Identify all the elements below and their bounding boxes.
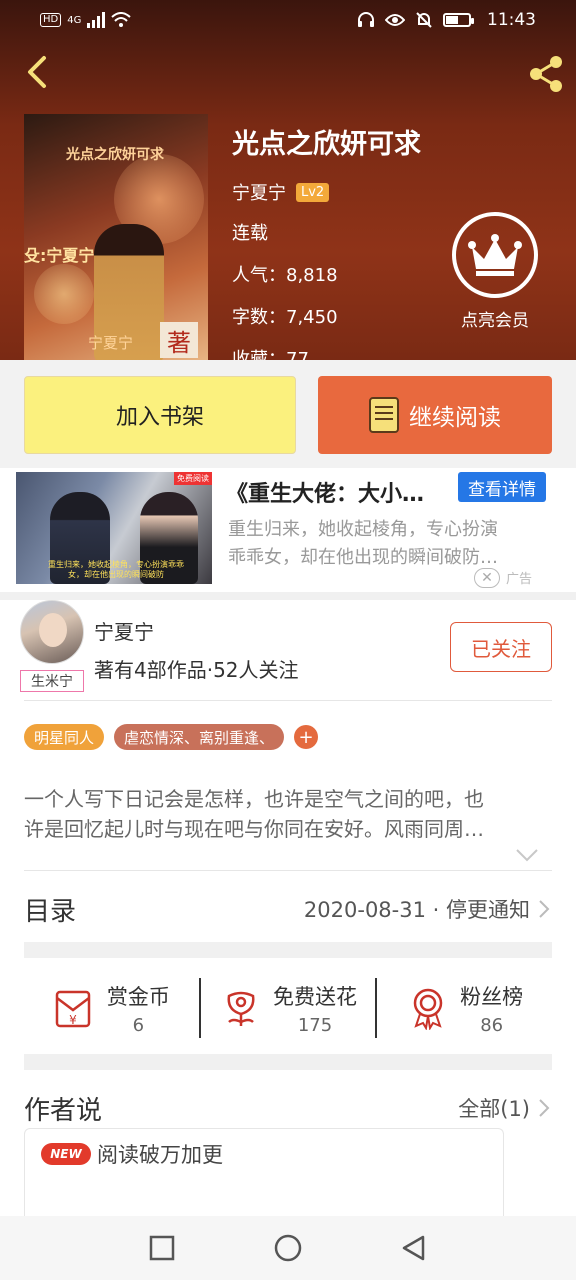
tag-chip[interactable]: 虐恋情深、离别重逢、 [114,724,285,750]
medal-icon [413,988,443,1030]
ad-title[interactable]: 《重生大佬：大小… [226,476,442,508]
ad-desc-line: 重生归来，她收起棱角，专心扮演 [228,519,498,540]
back-arrow-icon[interactable] [18,52,58,92]
stat-value: 175 [297,1014,333,1036]
add-to-shelf-button[interactable]: 加入书架 [24,376,296,454]
svg-text:¥: ¥ [69,1013,77,1027]
author-say-title: 作者说 [24,1095,103,1126]
crown-icon [468,234,522,276]
ad-image-caption: 重生归来，她收起棱角，专心扮演乖乖女，却在他出现的瞬间破防 [48,560,184,579]
flower-icon [227,991,255,1026]
stat-label: 免费送花 [273,984,357,1009]
new-badge: NEW [41,1143,91,1165]
book-header: HD 4G 11:43 光点之欣妍可求 殳:宁夏宁 宁夏宁 著 光点之欣妍可求 … [0,0,576,370]
continue-reading-label: 继续阅读 [409,405,501,431]
description-line: 许是回忆起儿时与现在吧与你同在安好。风雨同周… [24,817,484,841]
stat-label: 粉丝榜 [460,984,524,1009]
stat-value: 86 [480,1014,504,1036]
book-word-count: 字数：7,450 [232,307,338,328]
chevron-right-icon [539,1099,550,1117]
ad-banner[interactable]: 免费阅读 重生归来，她收起棱角，专心扮演乖乖女，却在他出现的瞬间破防 《重生大佬… [0,468,576,592]
network-label: 4G [67,14,82,26]
vip-button[interactable]: 点亮会员 [452,212,538,331]
author-name[interactable]: 宁夏宁 [94,616,154,645]
book-cover[interactable]: 光点之欣妍可求 殳:宁夏宁 宁夏宁 著 [24,114,208,360]
tag-list: 明星同人 虐恋情深、离别重逢、 + [24,724,319,750]
tag-chip[interactable]: 明星同人 [24,724,105,750]
book-popularity: 人气：8,818 [232,265,338,286]
cover-title-text: 光点之欣妍可求 [66,147,164,163]
avatar[interactable] [20,600,84,664]
ad-mark: 广告 [506,572,533,587]
clock: 11:43 [487,10,536,30]
divider [24,870,552,871]
ad-detail-button[interactable]: 查看详情 [458,472,546,502]
cover-author-text-2: 宁夏宁 [88,334,134,352]
book-info: 光点之欣妍可求 宁夏宁 Lv2 连载 人气：8,818 字数：7,450 收藏：… [232,122,421,387]
description-line: 一个人写下日记会是怎样，也许是空气之间的吧，也 [24,787,484,811]
author-meta: 著有4部作品·52人关注 [94,658,299,682]
free-flower-stat[interactable]: 免费送花 175 [201,981,376,1036]
section-gap [24,1054,552,1070]
hd-badge: HD [40,13,62,27]
section-gap [24,942,552,958]
book-author[interactable]: 宁夏宁 [232,179,286,205]
signal-icon [87,12,106,28]
table-of-contents-row[interactable]: 目录 2020-08-31 · 停更通知 [24,884,552,934]
chevron-down-icon[interactable] [514,846,540,864]
vip-label: 点亮会员 [461,311,529,331]
author-note-card[interactable]: NEW 阅读破万加更 [24,1128,504,1220]
stat-label: 赏金币 [106,984,170,1009]
headset-icon [358,12,374,27]
section-gap [0,592,576,600]
follow-button[interactable]: 已关注 [450,622,552,672]
toc-latest: 2020-08-31 · 停更通知 [303,898,530,922]
mute-bell-icon [416,12,432,28]
status-bar: HD 4G 11:43 [0,0,576,40]
share-icon[interactable] [524,52,568,96]
stat-value: 6 [132,1014,145,1036]
author-say-header[interactable]: 作者说 全部(1) [24,1086,552,1130]
reward-coin-stat[interactable]: ¥ 赏金币 6 [24,981,199,1036]
home-icon[interactable] [273,1233,303,1263]
stats-bar: ¥ 赏金币 6 免费送花 175 粉丝榜 86 [24,960,552,1056]
book-status: 连载 [232,223,268,244]
avatar-tag: 生米宁 [20,670,84,692]
coin-envelope-icon: ¥ [55,990,91,1028]
ad-image[interactable]: 免费阅读 重生归来，她收起棱角，专心扮演乖乖女，却在他出现的瞬间破防 [16,472,212,584]
add-tag-button[interactable]: + [294,725,319,749]
battery-icon [443,13,474,27]
eye-icon [385,14,405,26]
action-bar: 加入书架 继续阅读 [0,360,576,468]
book-description[interactable]: 一个人写下日记会是怎样，也许是空气之间的吧，也 许是回忆起儿时与现在吧与你同在安… [24,784,552,844]
ad-description: 重生归来，她收起棱角，专心扮演 乖乖女，却在他出现的瞬间破防… [228,516,558,572]
ad-close-button[interactable]: ✕ [474,568,500,588]
wifi-icon [111,12,132,27]
divider [24,700,552,701]
cover-author-text: 殳:宁夏宁 [24,246,95,265]
ad-free-tag: 免费阅读 [174,472,212,485]
continue-reading-button[interactable]: 继续阅读 [318,376,552,454]
book-title: 光点之欣妍可求 [232,129,421,160]
recent-apps-icon[interactable] [147,1233,177,1263]
book-icon [369,397,399,433]
fan-ranking-stat[interactable]: 粉丝榜 86 [377,981,552,1036]
author-block: 生米宁 宁夏宁 著有4部作品·52人关注 已关注 [0,600,576,700]
toc-title: 目录 [24,896,77,927]
cover-stamp: 著 [160,322,198,358]
system-nav-bar [0,1216,576,1280]
author-say-all: 全部(1) [458,1097,530,1121]
author-note-text: 阅读破万加更 [97,1143,223,1167]
level-badge: Lv2 [296,182,330,202]
chevron-right-icon [539,900,550,918]
back-triangle-icon[interactable] [399,1233,429,1263]
